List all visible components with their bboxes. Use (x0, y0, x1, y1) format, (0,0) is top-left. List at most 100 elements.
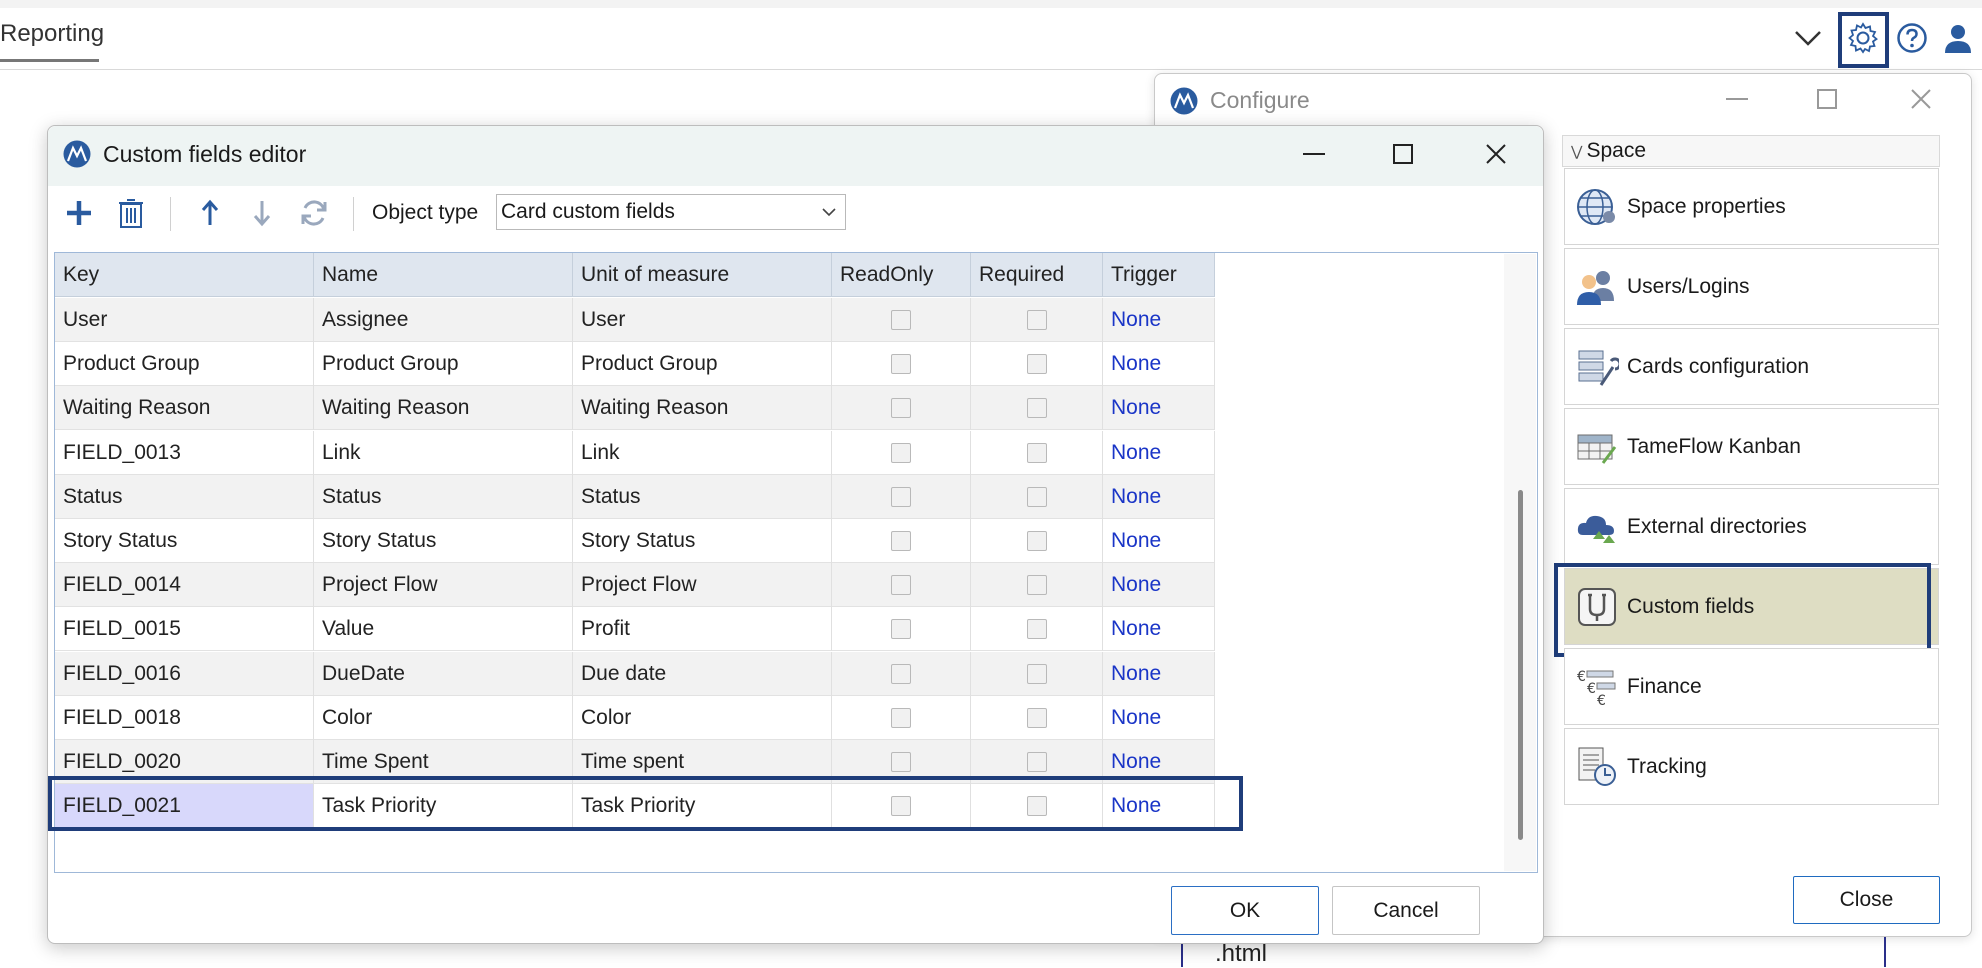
grid-scrollbar-thumb[interactable] (1518, 490, 1523, 840)
cell-key: FIELD_0018 (55, 695, 314, 740)
column-header-readonly[interactable]: ReadOnly (832, 253, 971, 297)
readonly-checkbox[interactable] (891, 486, 911, 507)
move-up-icon[interactable] (192, 195, 228, 231)
cell-trigger[interactable]: None (1103, 607, 1215, 652)
cell-trigger[interactable]: None (1103, 474, 1215, 519)
tab-reporting[interactable]: Reporting (0, 20, 104, 48)
refresh-icon[interactable] (296, 195, 332, 231)
required-checkbox[interactable] (1026, 707, 1047, 728)
toolbar-separator (353, 197, 354, 231)
nav-item-finance[interactable]: € € € Finance (1564, 648, 1939, 725)
readonly-checkbox[interactable] (891, 398, 911, 419)
table-row[interactable]: Waiting Reason Waiting Reason Waiting Reas… (55, 386, 1215, 431)
cell-trigger[interactable]: None (1103, 342, 1215, 387)
cell-required (971, 430, 1103, 475)
configure-maximize-icon[interactable] (1807, 84, 1847, 114)
required-checkbox[interactable] (1026, 531, 1047, 551)
cell-trigger[interactable]: None (1103, 695, 1215, 740)
table-row[interactable]: FIELD_0018 Color Color None (55, 695, 1215, 740)
object-type-value: Card custom fields (501, 200, 675, 223)
required-checkbox[interactable] (1026, 752, 1047, 772)
user-icon[interactable] (1940, 20, 1976, 56)
chevron-down-icon[interactable] (1790, 20, 1826, 56)
users-icon (1573, 263, 1621, 311)
required-checkbox[interactable] (1026, 354, 1047, 375)
nav-item-tameflow-kanban[interactable]: TameFlow Kanban (1564, 408, 1939, 485)
table-row[interactable]: Story Status Story Status Story Status None (55, 519, 1215, 563)
object-type-label: Object type (372, 201, 479, 224)
readonly-checkbox[interactable] (891, 310, 911, 330)
configure-close-icon[interactable] (1901, 84, 1941, 114)
cloud-directory-icon (1573, 503, 1621, 551)
required-checkbox[interactable] (1026, 442, 1047, 463)
configure-close-button[interactable]: Close (1793, 876, 1940, 924)
required-checkbox[interactable] (1026, 310, 1047, 330)
delete-icon[interactable] (113, 195, 149, 231)
nav-item-label: Cards configuration (1627, 354, 1810, 378)
readonly-checkbox[interactable] (891, 707, 911, 728)
required-checkbox[interactable] (1026, 663, 1047, 684)
cell-trigger[interactable]: None (1103, 651, 1215, 696)
readonly-checkbox[interactable] (891, 442, 911, 463)
readonly-checkbox[interactable] (891, 663, 911, 684)
app-logo-icon (62, 139, 92, 174)
nav-item-users-logins[interactable]: Users/Logins (1564, 248, 1939, 325)
table-row[interactable]: Status Status Status None (55, 474, 1215, 519)
cancel-button[interactable]: Cancel (1332, 886, 1480, 935)
cell-unit: Waiting Reason (573, 386, 832, 431)
cell-trigger[interactable]: None (1103, 430, 1215, 475)
table-row[interactable]: FIELD_0015 Value Profit None (55, 607, 1215, 652)
nav-item-tracking[interactable]: Tracking (1564, 728, 1939, 805)
editor-title: Custom fields editor (103, 141, 307, 167)
nav-item-cards-configuration[interactable]: Cards configuration (1564, 328, 1939, 405)
add-icon[interactable] (61, 195, 97, 231)
required-checkbox[interactable] (1026, 619, 1047, 640)
app-header (0, 8, 1982, 70)
cell-key: User (55, 298, 314, 342)
toolbar-separator (170, 197, 171, 231)
help-icon[interactable] (1894, 20, 1930, 56)
table-row[interactable]: User Assignee User None (55, 298, 1215, 342)
editor-maximize-icon[interactable] (1383, 138, 1423, 170)
move-down-icon[interactable] (244, 195, 280, 231)
column-header-key[interactable]: Key (55, 253, 314, 297)
readonly-checkbox[interactable] (891, 354, 911, 375)
cell-trigger[interactable]: None (1103, 519, 1215, 563)
readonly-checkbox[interactable] (891, 619, 911, 640)
svg-text:€: € (1597, 693, 1606, 709)
cards-config-icon (1573, 343, 1621, 391)
cell-unit: Due date (573, 651, 832, 696)
required-checkbox[interactable] (1026, 486, 1047, 507)
configure-minimize-icon[interactable] (1717, 84, 1757, 114)
column-header-unit[interactable]: Unit of measure (573, 253, 832, 297)
required-checkbox[interactable] (1026, 398, 1047, 419)
table-row[interactable]: FIELD_0016 DueDate Due date None (55, 651, 1215, 696)
nav-item-label: Finance (1627, 674, 1702, 698)
cell-trigger[interactable]: None (1103, 298, 1215, 342)
table-row[interactable]: Product Group Product Group Product Group N… (55, 342, 1215, 387)
column-header-required[interactable]: Required (971, 253, 1103, 297)
cell-trigger[interactable]: None (1103, 386, 1215, 431)
cell-unit: Status (573, 474, 832, 519)
cell-trigger[interactable]: None (1103, 563, 1215, 608)
object-type-select[interactable]: Card custom fields (496, 194, 846, 230)
cell-key: Product Group (55, 342, 314, 387)
cell-name: Project Flow (314, 563, 573, 608)
table-row[interactable]: FIELD_0014 Project Flow Project Flow None (55, 563, 1215, 608)
readonly-checkbox[interactable] (891, 575, 911, 596)
column-header-trigger[interactable]: Trigger (1103, 253, 1215, 297)
nav-item-space-properties[interactable]: Space properties (1564, 168, 1939, 245)
required-checkbox[interactable] (1026, 575, 1047, 596)
editor-minimize-icon[interactable] (1294, 138, 1334, 170)
readonly-checkbox[interactable] (891, 531, 911, 551)
cell-required (971, 695, 1103, 740)
space-section-header[interactable]: ⋁ Space (1562, 135, 1940, 167)
cell-required (971, 342, 1103, 387)
column-header-name[interactable]: Name (314, 253, 573, 297)
editor-close-icon[interactable] (1476, 138, 1516, 170)
ok-button[interactable]: OK (1171, 886, 1319, 935)
cell-key: FIELD_0015 (55, 607, 314, 652)
nav-item-external-directories[interactable]: External directories (1564, 488, 1939, 565)
readonly-checkbox[interactable] (891, 752, 911, 772)
table-row[interactable]: FIELD_0013 Link Link None (55, 430, 1215, 475)
